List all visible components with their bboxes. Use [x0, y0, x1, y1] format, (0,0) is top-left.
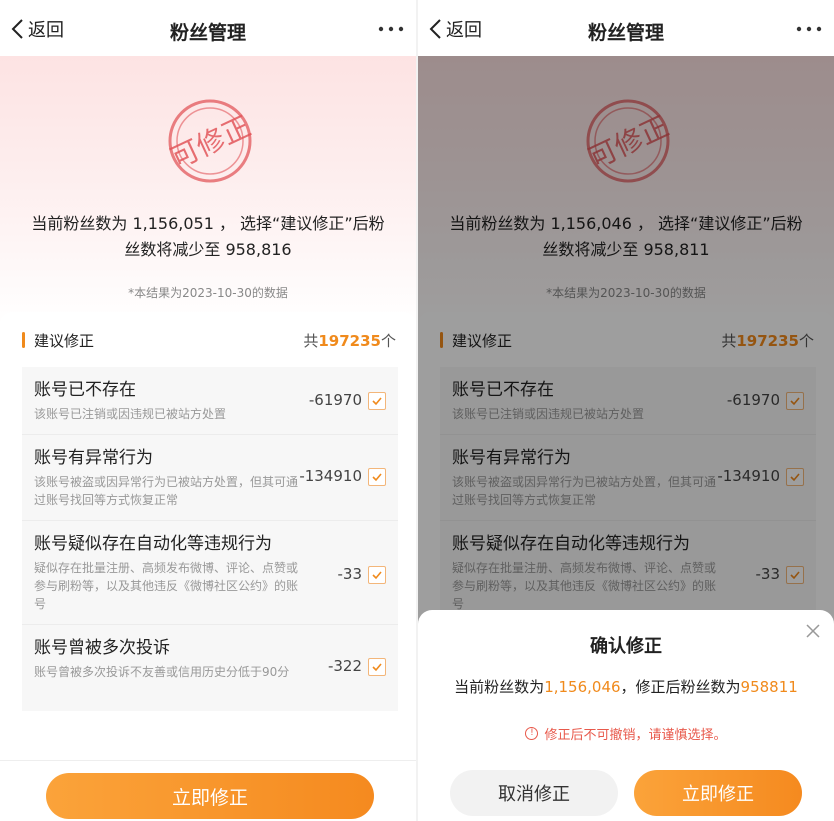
after-count-label: ，修正后粉丝数为 — [620, 678, 741, 696]
item-value: -134910 — [299, 467, 362, 485]
checkmark-icon — [372, 397, 382, 406]
fan-management-screen: 返回 粉丝管理 可修正 当前粉丝数为 1,156,051 ， 选择“建议修正”后… — [0, 0, 416, 821]
correct-now-button[interactable]: 立即修正 — [46, 773, 374, 819]
section-title: 建议修正 — [34, 332, 95, 350]
page-title: 粉丝管理 — [587, 22, 664, 44]
dialog-title: 确认修正 — [590, 636, 662, 657]
irreversible-warning: ! 修正后不可撤销，请谨慎选择。 — [418, 724, 834, 743]
more-dots-icon — [378, 26, 404, 32]
item-value: -33 — [337, 565, 363, 583]
fan-management-confirm-screen: 返回 粉丝管理 可修正 当前粉丝数为 1,156,046 ， 选择“建议修正”后… — [418, 0, 834, 821]
fan-count-summary: 当前粉丝数为 1,156,051 ， 选择“建议修正”后粉 丝数将减少至 958… — [20, 211, 396, 263]
item-description: 该账号已注销或因违规已被站方处置 — [34, 407, 227, 421]
suggestion-list-card: 建议修正 共197235个 账号已不存在 该账号已注销或因违规已被站方处置 -6… — [0, 312, 416, 772]
item-title: 账号已不存在 — [34, 380, 136, 400]
list-item[interactable]: 账号有异常行为 该账号被盗或因异常行为已被站方处置，但其可通过账号找回等方式恢复… — [22, 435, 398, 521]
current-count-label: 当前粉丝数为 — [454, 678, 545, 696]
item-value: -322 — [327, 657, 362, 675]
summary-line-1: 当前粉丝数为 1,156,051 ， 选择“建议修正”后粉 — [31, 214, 385, 233]
item-description: 该账号被盗或因异常行为已被站方处置，但其可通过账号找回等方式恢复正常 — [34, 475, 299, 507]
warning-icon: ! — [525, 727, 539, 740]
total-count: 共197235个 — [303, 330, 396, 351]
item-description: 疑似存在批量注册、高频发布微博、评论、点赞或参与刷粉等，以及其他违反《微博社区公… — [34, 561, 299, 611]
checkmark-icon — [372, 571, 382, 580]
list-item[interactable]: 账号曾被多次投诉 账号曾被多次投诉不友善或信用历史分低于90分 -322 — [22, 625, 398, 711]
data-date-note: *本结果为2023-10-30的数据 — [128, 286, 288, 300]
section-header: 建议修正 共197235个 — [22, 328, 396, 352]
count-suffix: 个 — [380, 332, 396, 350]
checkmark-icon — [372, 473, 382, 482]
nav-bar: 返回 粉丝管理 — [0, 0, 416, 56]
after-count-value: 958811 — [740, 678, 798, 696]
summary-line-2: 丝数将减少至 958,816 — [124, 240, 292, 259]
current-count-value: 1,156,046 — [544, 678, 621, 696]
count-number: 197235 — [318, 332, 381, 350]
item-title: 账号有异常行为 — [34, 448, 153, 468]
item-description: 账号曾被多次投诉不友善或信用历史分低于90分 — [34, 665, 290, 679]
list-item[interactable]: 账号疑似存在自动化等违规行为 疑似存在批量注册、高频发布微博、评论、点赞或参与刷… — [22, 521, 398, 625]
hero-summary: 可修正 当前粉丝数为 1,156,051 ， 选择“建议修正”后粉 丝数将减少至… — [0, 56, 416, 326]
nav-bar: 返回 粉丝管理 — [418, 0, 834, 56]
item-checkbox[interactable] — [368, 566, 386, 584]
checkmark-icon — [372, 663, 382, 672]
confirm-correction-button[interactable]: 立即修正 — [634, 770, 802, 816]
more-button[interactable] — [376, 14, 406, 44]
more-dots-icon — [796, 26, 822, 32]
correctable-stamp-icon: 可修正 — [166, 99, 256, 183]
item-checkbox[interactable] — [368, 392, 386, 410]
suggestion-items: 账号已不存在 该账号已注销或因违规已被站方处置 -61970 账号有异常行为 该… — [22, 367, 398, 711]
item-title: 账号曾被多次投诉 — [34, 638, 170, 658]
section-accent-bar — [22, 332, 25, 348]
item-checkbox[interactable] — [368, 658, 386, 676]
warning-text: 修正后不可撤销，请谨慎选择。 — [544, 728, 727, 743]
count-prefix: 共 — [303, 332, 319, 350]
confirm-dialog: 确认修正 当前粉丝数为1,156,046，修正后粉丝数为958811 ! 修正后… — [418, 610, 834, 821]
cancel-correction-button[interactable]: 取消修正 — [450, 770, 618, 816]
list-item[interactable]: 账号已不存在 该账号已注销或因违规已被站方处置 -61970 — [22, 367, 398, 435]
more-button[interactable] — [794, 14, 824, 44]
bottom-action-bar: 立即修正 — [0, 760, 416, 821]
item-value: -61970 — [308, 391, 362, 409]
item-checkbox[interactable] — [368, 468, 386, 486]
item-title: 账号疑似存在自动化等违规行为 — [34, 534, 272, 554]
page-title: 粉丝管理 — [169, 22, 246, 44]
dialog-message: 当前粉丝数为1,156,046，修正后粉丝数为958811 — [418, 676, 834, 697]
